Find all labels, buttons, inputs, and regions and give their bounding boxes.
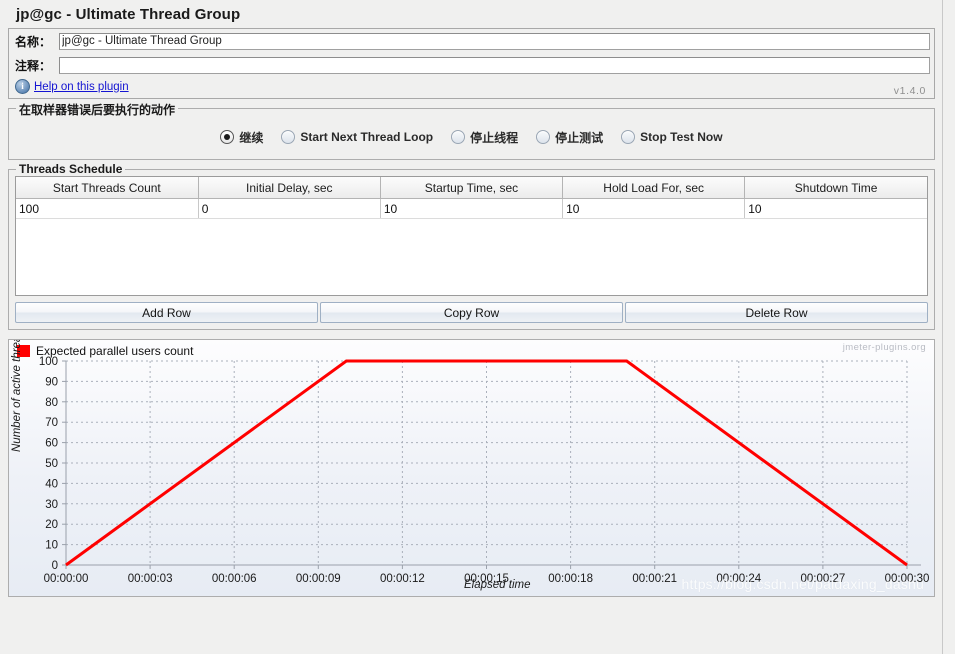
panel-content: jp@gc - Ultimate Thread Group 名称： 注释： i … bbox=[0, 0, 943, 654]
cell-hold-load-for[interactable]: 10 bbox=[562, 198, 746, 219]
radio-stop-test-now[interactable]: Stop Test Now bbox=[621, 130, 723, 144]
svg-text:00:00:24: 00:00:24 bbox=[716, 573, 761, 585]
threads-schedule-group-title: Threads Schedule bbox=[16, 162, 126, 176]
add-row-button[interactable]: Add Row bbox=[15, 302, 318, 323]
radio-label: Start Next Thread Loop bbox=[300, 130, 434, 144]
table-row[interactable]: 100 0 10 10 10 bbox=[16, 198, 927, 219]
column-header-start-threads-count[interactable]: Start Threads Count bbox=[16, 177, 199, 199]
svg-text:00:00:30: 00:00:30 bbox=[885, 573, 930, 585]
radio-label: 停止测试 bbox=[555, 130, 604, 145]
help-on-this-plugin-link[interactable]: Help on this plugin bbox=[34, 81, 129, 93]
window-right-edge bbox=[942, 0, 955, 654]
copy-row-button[interactable]: Copy Row bbox=[320, 302, 623, 323]
cell-start-threads-count[interactable]: 100 bbox=[16, 198, 199, 219]
svg-text:00:00:12: 00:00:12 bbox=[380, 573, 425, 585]
radio-dot-icon bbox=[536, 130, 551, 144]
threads-schedule-group: Threads Schedule Start Threads Count Ini… bbox=[8, 162, 935, 330]
name-label: 名称： bbox=[15, 34, 52, 49]
name-row: 名称： bbox=[9, 29, 934, 53]
column-header-shutdown-time[interactable]: Shutdown Time bbox=[744, 177, 927, 199]
svg-text:60: 60 bbox=[45, 438, 58, 450]
comment-row: 注释： bbox=[9, 53, 934, 77]
error-action-group: 在取样器错误后要执行的动作 继续 Start Next Thread Loop … bbox=[8, 101, 935, 160]
svg-text:00:00:06: 00:00:06 bbox=[212, 573, 257, 585]
name-comment-form: 名称： 注释： i Help on this plugin v1.4.0 bbox=[8, 28, 935, 99]
radio-label: 继续 bbox=[239, 130, 264, 145]
ultimate-thread-group-panel: jp@gc - Ultimate Thread Group 名称： 注释： i … bbox=[0, 0, 955, 654]
delete-row-button[interactable]: Delete Row bbox=[625, 302, 928, 323]
radio-stop-test[interactable]: 停止测试 bbox=[536, 129, 603, 146]
svg-text:00:00:03: 00:00:03 bbox=[128, 573, 173, 585]
comment-input[interactable] bbox=[59, 56, 930, 74]
table-header-row: Start Threads Count Initial Delay, sec S… bbox=[16, 177, 927, 199]
row-action-buttons: Add Row Copy Row Delete Row bbox=[15, 302, 928, 323]
chart-y-axis-label: Number of active threads bbox=[11, 339, 23, 452]
info-icon: i bbox=[15, 79, 30, 94]
radio-dot-icon bbox=[281, 130, 296, 144]
threads-schedule-table[interactable]: Start Threads Count Initial Delay, sec S… bbox=[15, 176, 928, 296]
cell-startup-time[interactable]: 10 bbox=[380, 198, 564, 219]
svg-text:10: 10 bbox=[45, 540, 58, 552]
column-header-startup-time[interactable]: Startup Time, sec bbox=[380, 177, 564, 199]
svg-text:0: 0 bbox=[52, 560, 58, 572]
svg-text:90: 90 bbox=[45, 376, 58, 388]
svg-text:40: 40 bbox=[45, 478, 58, 490]
svg-text:50: 50 bbox=[45, 458, 58, 470]
name-input[interactable] bbox=[59, 32, 930, 50]
cell-initial-delay[interactable]: 0 bbox=[198, 198, 381, 219]
page-title: jp@gc - Ultimate Thread Group bbox=[16, 6, 241, 23]
chart-plot-area: 0 10 20 30 40 50 60 70 80 90 100 00:00:00 00:00:03 00… bbox=[39, 356, 930, 585]
comment-label: 注释： bbox=[15, 58, 52, 73]
svg-text:80: 80 bbox=[45, 397, 58, 409]
radio-continue[interactable]: 继续 bbox=[220, 129, 263, 146]
svg-text:70: 70 bbox=[45, 417, 58, 429]
svg-text:00:00:09: 00:00:09 bbox=[296, 573, 341, 585]
radio-start-next-thread-loop[interactable]: Start Next Thread Loop bbox=[281, 130, 433, 144]
radio-dot-icon bbox=[220, 130, 235, 144]
svg-text:20: 20 bbox=[45, 519, 58, 531]
expected-load-chart: Expected parallel users count jmeter-plu… bbox=[8, 339, 935, 597]
plugin-version: v1.4.0 bbox=[893, 85, 926, 97]
svg-text:00:00:21: 00:00:21 bbox=[632, 573, 677, 585]
column-header-initial-delay[interactable]: Initial Delay, sec bbox=[198, 177, 381, 199]
cell-shutdown-time[interactable]: 10 bbox=[744, 198, 927, 219]
radio-dot-icon bbox=[451, 130, 466, 144]
help-row: i Help on this plugin v1.4.0 bbox=[9, 77, 934, 98]
radio-label: 停止线程 bbox=[470, 130, 519, 145]
svg-text:30: 30 bbox=[45, 499, 58, 511]
error-action-group-title: 在取样器错误后要执行的动作 bbox=[16, 101, 179, 118]
radio-stop-thread[interactable]: 停止线程 bbox=[451, 129, 518, 146]
table-empty-area[interactable] bbox=[16, 219, 927, 295]
column-header-hold-load-for[interactable]: Hold Load For, sec bbox=[562, 177, 746, 199]
svg-text:00:00:18: 00:00:18 bbox=[548, 573, 593, 585]
radio-label: Stop Test Now bbox=[640, 130, 723, 144]
svg-text:00:00:27: 00:00:27 bbox=[801, 573, 846, 585]
svg-text:00:00:00: 00:00:00 bbox=[44, 573, 89, 585]
radio-dot-icon bbox=[621, 130, 636, 144]
svg-text:100: 100 bbox=[39, 356, 58, 368]
chart-x-axis-label: Elapsed time bbox=[464, 579, 531, 591]
